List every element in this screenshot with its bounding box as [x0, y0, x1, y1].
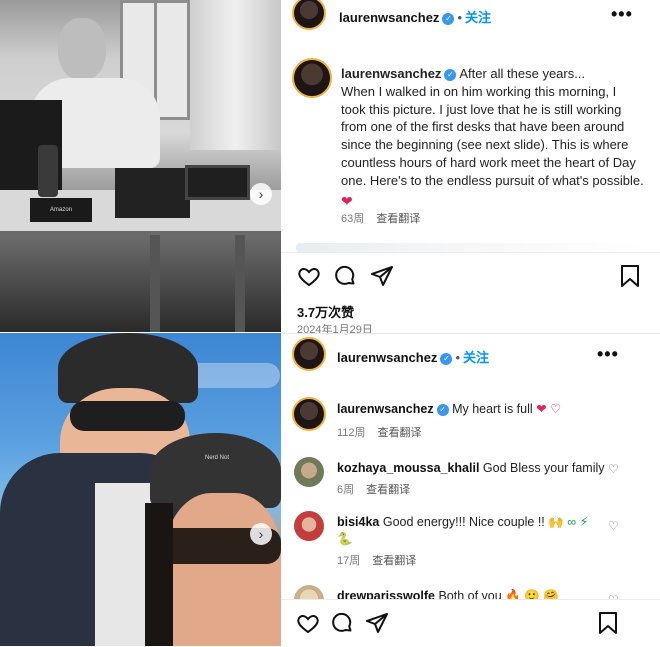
likes-count[interactable]: 3.7万次赞 — [297, 302, 354, 321]
screenshot-root: Amazon › Nerd Not › laurenwsanchez ✓ • 关注 •… — [0, 0, 660, 647]
caption-line-5: since the beginning (see next slide). Th… — [341, 137, 629, 153]
caption-line-2: When I walked in on him working this mor… — [341, 83, 617, 99]
comment-1-translate-link[interactable]: 查看翻译 — [366, 484, 410, 496]
caption-heart-emoji-2: ❤ ♡ — [536, 402, 562, 416]
comment-icon[interactable] — [333, 264, 357, 288]
share-icon[interactable] — [370, 264, 394, 288]
comment-2-username[interactable]: bisi4ka — [337, 515, 379, 529]
chevron-right-icon: › — [258, 526, 264, 542]
share-icon-2[interactable] — [365, 611, 389, 635]
follow-button[interactable]: 关注 — [465, 10, 491, 25]
desk-sign-text: Amazon — [49, 207, 72, 213]
woman-face — [165, 493, 281, 646]
verified-badge-icon: ✓ — [436, 403, 449, 416]
caption-line-1: After all these years... — [459, 66, 586, 81]
caption-age: 63周 — [341, 213, 365, 225]
caption-line-4: from one of the first desks that have be… — [341, 119, 625, 135]
desk-sign: Amazon — [30, 198, 92, 222]
caption-line-7: one. Here's to the endless pursuit of wh… — [341, 172, 644, 188]
chevron-right-icon: › — [258, 186, 264, 202]
separator-dot: • — [457, 10, 462, 25]
post-header: laurenwsanchez ✓ • 关注 — [339, 7, 491, 26]
comment-1-username[interactable]: kozhaya_moussa_khalil — [337, 461, 479, 475]
trophy — [38, 145, 58, 197]
caption-meta-2: 112周 查看翻译 — [337, 424, 422, 440]
caption-line-6: countless hours of hard work meet the he… — [341, 154, 636, 170]
caption-author-avatar-2[interactable] — [292, 397, 326, 431]
comment-1-meta: 6周 查看翻译 — [337, 481, 410, 497]
commenter-avatar[interactable] — [294, 511, 324, 541]
comment-2: bisi4ka Good energy!!! Nice couple !! 🙌 … — [337, 514, 602, 548]
divider — [281, 252, 660, 253]
comment-icon-2[interactable] — [330, 611, 354, 635]
comment-2-translate-link[interactable]: 查看翻译 — [372, 555, 416, 567]
man-sunglasses — [70, 401, 185, 431]
woman-hair — [145, 503, 173, 646]
desk-leg-right — [235, 235, 245, 332]
comment-2-meta: 17周 查看翻译 — [337, 552, 416, 568]
post-author-username-2[interactable]: laurenwsanchez — [337, 350, 437, 365]
desk-tray — [185, 165, 250, 200]
carousel-next-button-2[interactable]: › — [250, 523, 272, 545]
post-author-avatar[interactable] — [292, 0, 326, 30]
post-caption: laurenwsanchez ✓ After all these years...… — [341, 65, 653, 210]
caption-line-3: took this picture. I just love that he i… — [341, 101, 622, 117]
cap-text: Nerd Not — [205, 455, 230, 461]
post-author-avatar-2[interactable] — [292, 337, 326, 371]
caption-heart-emoji: ❤ — [341, 192, 353, 209]
post-caption-2: laurenwsanchez ✓ My heart is full ❤ ♡ — [337, 401, 637, 418]
verified-badge-icon: ✓ — [442, 12, 455, 25]
curtain — [190, 0, 281, 150]
more-options-icon[interactable]: ••• — [611, 4, 633, 25]
like-heart-icon[interactable] — [297, 264, 321, 288]
save-bookmark-icon[interactable] — [619, 264, 641, 288]
post-photo-selfie[interactable]: Nerd Not › — [0, 333, 281, 646]
more-options-icon-2[interactable]: ••• — [597, 344, 619, 365]
caption-age-2: 112周 — [337, 427, 366, 439]
man-head — [58, 18, 106, 80]
comment-2-age: 17周 — [337, 555, 361, 567]
post-photo-office[interactable]: Amazon › — [0, 0, 281, 332]
verified-badge-icon: ✓ — [444, 68, 457, 81]
desk-leg-left — [150, 235, 160, 332]
comment-1: kozhaya_moussa_khalil God Bless your fam… — [337, 460, 627, 477]
post-panel-2: laurenwsanchez ✓ • 关注 ••• laurenwsanchez ✓ M… — [281, 333, 660, 647]
caption-text-2: My heart is full — [452, 402, 533, 416]
comment-2-text: Good energy!!! Nice couple !! — [382, 515, 545, 529]
post-panel-1: laurenwsanchez ✓ • 关注 ••• laurenwsanchez ✓ A… — [281, 0, 660, 340]
post-header-2: laurenwsanchez ✓ • 关注 — [337, 347, 489, 366]
caption-meta: 63周 查看翻译 — [341, 210, 420, 226]
verified-badge-icon: ✓ — [440, 352, 453, 365]
separator-dot: • — [455, 350, 460, 365]
post-author-username[interactable]: laurenwsanchez — [339, 10, 439, 25]
see-translation-link-2[interactable]: 查看翻译 — [378, 427, 422, 439]
commenter-avatar[interactable] — [294, 457, 324, 487]
comment-2-like-icon[interactable]: ♡ — [608, 519, 619, 533]
see-translation-link[interactable]: 查看翻译 — [376, 213, 420, 225]
carousel-next-button[interactable]: › — [250, 183, 272, 205]
comment-1-age: 6周 — [337, 484, 355, 496]
caption-author-avatar[interactable] — [292, 58, 332, 98]
like-heart-icon-2[interactable] — [296, 611, 320, 635]
save-bookmark-icon-2[interactable] — [597, 611, 619, 635]
comment-1-like-icon[interactable]: ♡ — [608, 462, 619, 476]
comment-1-text: God Bless your family — [482, 461, 605, 475]
caption-username[interactable]: laurenwsanchez — [341, 66, 441, 81]
caption-username-2[interactable]: laurenwsanchez — [337, 402, 434, 416]
desk-box — [115, 168, 190, 218]
follow-button-2[interactable]: 关注 — [463, 350, 489, 365]
